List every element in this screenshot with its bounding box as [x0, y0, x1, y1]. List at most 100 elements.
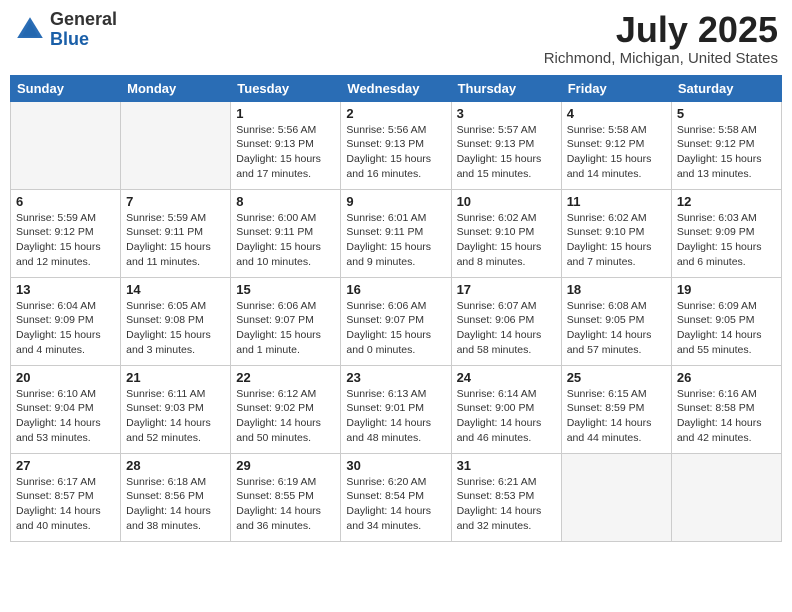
calendar-cell: 12Sunrise: 6:03 AMSunset: 9:09 PMDayligh… — [671, 189, 781, 277]
day-info: Sunrise: 6:04 AMSunset: 9:09 PMDaylight:… — [16, 299, 115, 358]
day-info: Sunrise: 6:16 AMSunset: 8:58 PMDaylight:… — [677, 387, 776, 446]
day-info: Sunrise: 6:10 AMSunset: 9:04 PMDaylight:… — [16, 387, 115, 446]
calendar-cell: 31 Sunrise: 6:21 AMSunset: 8:53 PMDayligh… — [451, 453, 561, 541]
week-row-4: 20 Sunrise: 6:10 AMSunset: 9:04 PMDayligh… — [11, 365, 782, 453]
calendar-cell: 30 Sunrise: 6:20 AMSunset: 8:54 PMDayligh… — [341, 453, 451, 541]
calendar-cell: 19 Sunrise: 6:09 AMSunset: 9:05 PMDayligh… — [671, 277, 781, 365]
logo-general-text: General — [50, 9, 117, 29]
day-number: 3 — [457, 106, 556, 121]
weekday-header-row: SundayMondayTuesdayWednesdayThursdayFrid… — [11, 75, 782, 101]
day-number: 19 — [677, 282, 776, 297]
calendar-cell — [11, 101, 121, 189]
weekday-header-friday: Friday — [561, 75, 671, 101]
day-number: 15 — [236, 282, 335, 297]
day-info: Sunrise: 5:58 AMSunset: 9:12 PMDaylight:… — [567, 123, 666, 182]
day-number: 24 — [457, 370, 556, 385]
day-info: Sunrise: 6:02 AMSunset: 9:10 PMDaylight:… — [457, 211, 556, 270]
day-info: Sunrise: 6:06 AMSunset: 9:07 PMDaylight:… — [346, 299, 445, 358]
day-number: 9 — [346, 194, 445, 209]
location-title: Richmond, Michigan, United States — [544, 50, 778, 67]
day-number: 30 — [346, 458, 445, 473]
day-info: Sunrise: 5:58 AMSunset: 9:12 PMDaylight:… — [677, 123, 776, 182]
calendar-cell: 6 Sunrise: 5:59 AMSunset: 9:12 PMDaylight… — [11, 189, 121, 277]
weekday-header-sunday: Sunday — [11, 75, 121, 101]
day-number: 20 — [16, 370, 115, 385]
day-number: 29 — [236, 458, 335, 473]
week-row-5: 27 Sunrise: 6:17 AMSunset: 8:57 PMDayligh… — [11, 453, 782, 541]
day-number: 8 — [236, 194, 335, 209]
page-header: General Blue July 2025 Richmond, Michiga… — [10, 10, 782, 67]
calendar-cell: 5Sunrise: 5:58 AMSunset: 9:12 PMDaylight… — [671, 101, 781, 189]
calendar-cell: 22 Sunrise: 6:12 AMSunset: 9:02 PMDayligh… — [231, 365, 341, 453]
calendar-cell: 4 Sunrise: 5:58 AMSunset: 9:12 PMDaylight… — [561, 101, 671, 189]
day-info: Sunrise: 6:17 AMSunset: 8:57 PMDaylight:… — [16, 475, 115, 534]
day-info: Sunrise: 6:18 AMSunset: 8:56 PMDaylight:… — [126, 475, 225, 534]
calendar-cell — [671, 453, 781, 541]
day-number: 4 — [567, 106, 666, 121]
day-info: Sunrise: 6:20 AMSunset: 8:54 PMDaylight:… — [346, 475, 445, 534]
calendar-cell: 1 Sunrise: 5:56 AMSunset: 9:13 PMDaylight… — [231, 101, 341, 189]
calendar-table: SundayMondayTuesdayWednesdayThursdayFrid… — [10, 75, 782, 542]
week-row-3: 13Sunrise: 6:04 AMSunset: 9:09 PMDayligh… — [11, 277, 782, 365]
day-info: Sunrise: 6:13 AMSunset: 9:01 PMDaylight:… — [346, 387, 445, 446]
calendar-cell: 16 Sunrise: 6:06 AMSunset: 9:07 PMDayligh… — [341, 277, 451, 365]
day-info: Sunrise: 6:15 AMSunset: 8:59 PMDaylight:… — [567, 387, 666, 446]
day-info: Sunrise: 6:06 AMSunset: 9:07 PMDaylight:… — [236, 299, 335, 358]
calendar-cell: 9 Sunrise: 6:01 AMSunset: 9:11 PMDaylight… — [341, 189, 451, 277]
weekday-header-thursday: Thursday — [451, 75, 561, 101]
day-number: 23 — [346, 370, 445, 385]
calendar-cell: 10 Sunrise: 6:02 AMSunset: 9:10 PMDayligh… — [451, 189, 561, 277]
weekday-header-monday: Monday — [121, 75, 231, 101]
calendar-cell — [121, 101, 231, 189]
day-number: 10 — [457, 194, 556, 209]
day-info: Sunrise: 6:19 AMSunset: 8:55 PMDaylight:… — [236, 475, 335, 534]
day-number: 11 — [567, 194, 666, 209]
day-number: 17 — [457, 282, 556, 297]
day-info: Sunrise: 5:57 AMSunset: 9:13 PMDaylight:… — [457, 123, 556, 182]
day-number: 22 — [236, 370, 335, 385]
day-number: 16 — [346, 282, 445, 297]
day-number: 21 — [126, 370, 225, 385]
day-info: Sunrise: 6:01 AMSunset: 9:11 PMDaylight:… — [346, 211, 445, 270]
day-number: 1 — [236, 106, 335, 121]
calendar-cell: 24 Sunrise: 6:14 AMSunset: 9:00 PMDayligh… — [451, 365, 561, 453]
calendar-cell: 14Sunrise: 6:05 AMSunset: 9:08 PMDayligh… — [121, 277, 231, 365]
calendar-cell: 23 Sunrise: 6:13 AMSunset: 9:01 PMDayligh… — [341, 365, 451, 453]
day-info: Sunrise: 5:56 AMSunset: 9:13 PMDaylight:… — [346, 123, 445, 182]
calendar-cell: 21 Sunrise: 6:11 AMSunset: 9:03 PMDayligh… — [121, 365, 231, 453]
week-row-1: 1 Sunrise: 5:56 AMSunset: 9:13 PMDaylight… — [11, 101, 782, 189]
day-number: 27 — [16, 458, 115, 473]
calendar-cell: 7Sunrise: 5:59 AMSunset: 9:11 PMDaylight… — [121, 189, 231, 277]
day-info: Sunrise: 5:56 AMSunset: 9:13 PMDaylight:… — [236, 123, 335, 182]
day-info: Sunrise: 6:09 AMSunset: 9:05 PMDaylight:… — [677, 299, 776, 358]
calendar-cell: 28Sunrise: 6:18 AMSunset: 8:56 PMDayligh… — [121, 453, 231, 541]
day-info: Sunrise: 6:11 AMSunset: 9:03 PMDaylight:… — [126, 387, 225, 446]
day-number: 25 — [567, 370, 666, 385]
logo: General Blue — [14, 10, 117, 50]
day-info: Sunrise: 5:59 AMSunset: 9:12 PMDaylight:… — [16, 211, 115, 270]
calendar-cell: 27 Sunrise: 6:17 AMSunset: 8:57 PMDayligh… — [11, 453, 121, 541]
calendar-cell: 3 Sunrise: 5:57 AMSunset: 9:13 PMDaylight… — [451, 101, 561, 189]
day-number: 2 — [346, 106, 445, 121]
calendar-cell: 29 Sunrise: 6:19 AMSunset: 8:55 PMDayligh… — [231, 453, 341, 541]
day-number: 14 — [126, 282, 225, 297]
month-title: July 2025 — [544, 10, 778, 50]
day-info: Sunrise: 6:14 AMSunset: 9:00 PMDaylight:… — [457, 387, 556, 446]
day-info: Sunrise: 6:12 AMSunset: 9:02 PMDaylight:… — [236, 387, 335, 446]
day-number: 6 — [16, 194, 115, 209]
logo-blue-text: Blue — [50, 29, 89, 49]
logo-icon — [14, 14, 46, 46]
day-info: Sunrise: 6:21 AMSunset: 8:53 PMDaylight:… — [457, 475, 556, 534]
calendar-cell: 20 Sunrise: 6:10 AMSunset: 9:04 PMDayligh… — [11, 365, 121, 453]
day-number: 18 — [567, 282, 666, 297]
calendar-cell — [561, 453, 671, 541]
calendar-cell: 18 Sunrise: 6:08 AMSunset: 9:05 PMDayligh… — [561, 277, 671, 365]
weekday-header-wednesday: Wednesday — [341, 75, 451, 101]
day-info: Sunrise: 5:59 AMSunset: 9:11 PMDaylight:… — [126, 211, 225, 270]
day-number: 31 — [457, 458, 556, 473]
day-info: Sunrise: 6:03 AMSunset: 9:09 PMDaylight:… — [677, 211, 776, 270]
week-row-2: 6 Sunrise: 5:59 AMSunset: 9:12 PMDaylight… — [11, 189, 782, 277]
day-info: Sunrise: 6:08 AMSunset: 9:05 PMDaylight:… — [567, 299, 666, 358]
weekday-header-saturday: Saturday — [671, 75, 781, 101]
calendar-cell: 11Sunrise: 6:02 AMSunset: 9:10 PMDayligh… — [561, 189, 671, 277]
